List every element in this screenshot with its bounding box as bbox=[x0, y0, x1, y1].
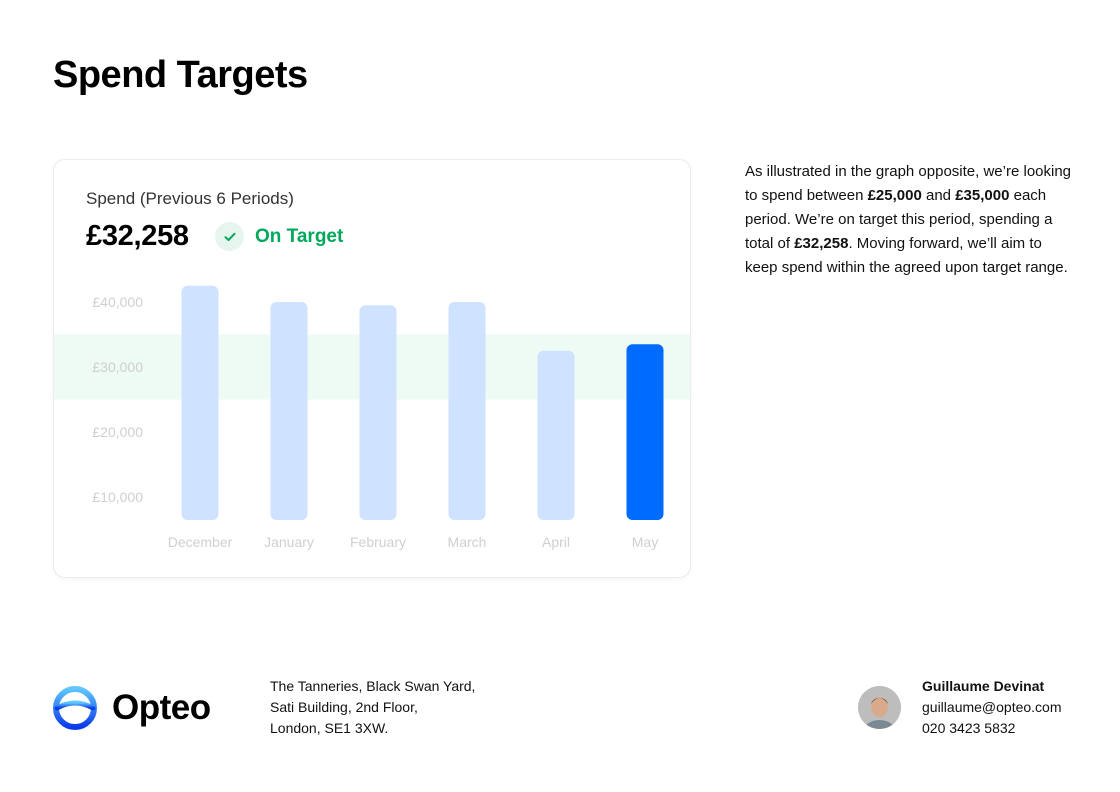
address-line: Sati Building, 2nd Floor, bbox=[270, 699, 418, 715]
page-title: Spend Targets bbox=[53, 54, 308, 96]
bar-february bbox=[359, 305, 397, 520]
description-text: As illustrated in the graph opposite, we… bbox=[745, 163, 1072, 276]
contact-name: Guillaume Devinat bbox=[922, 678, 1045, 694]
contact-phone: 020 3423 5832 bbox=[922, 720, 1016, 736]
address: The Tanneries, Black Swan Yard, Sati Bui… bbox=[270, 676, 475, 739]
contact-email[interactable]: guillaume@opteo.com bbox=[922, 697, 1062, 718]
bar-january bbox=[270, 302, 308, 520]
x-tick-label: January bbox=[264, 534, 314, 550]
y-tick-label: £10,000 bbox=[92, 489, 143, 505]
status-badge: On Target bbox=[255, 226, 344, 247]
x-tick-label: May bbox=[632, 534, 658, 550]
x-tick-label: April bbox=[542, 534, 570, 550]
bar-april bbox=[537, 350, 575, 520]
y-tick-label: £40,000 bbox=[92, 294, 143, 310]
avatar bbox=[858, 686, 901, 729]
address-line: The Tanneries, Black Swan Yard, bbox=[270, 678, 476, 694]
y-tick-label: £30,000 bbox=[92, 359, 143, 375]
card-label: Spend (Previous 6 Periods) bbox=[86, 189, 294, 208]
spend-total: £32,258 bbox=[86, 220, 189, 252]
x-tick-label: December bbox=[168, 534, 233, 550]
opteo-logo: Opteo bbox=[53, 686, 211, 730]
opteo-logo-icon bbox=[53, 686, 97, 730]
check-icon bbox=[215, 222, 244, 251]
address-line: London, SE1 3XW. bbox=[270, 720, 389, 736]
bar-december bbox=[181, 285, 219, 520]
bar-may bbox=[626, 344, 664, 520]
spend-card: £10,000 £20,000 £30,000 £40,000 December Janu… bbox=[53, 159, 691, 578]
bar-march bbox=[448, 302, 486, 520]
contact-info: Guillaume Devinat guillaume@opteo.com 02… bbox=[922, 676, 1062, 739]
y-tick-label: £20,000 bbox=[92, 424, 143, 440]
x-tick-label: February bbox=[350, 534, 406, 550]
brand-name: Opteo bbox=[112, 688, 211, 727]
x-tick-label: March bbox=[448, 534, 487, 550]
